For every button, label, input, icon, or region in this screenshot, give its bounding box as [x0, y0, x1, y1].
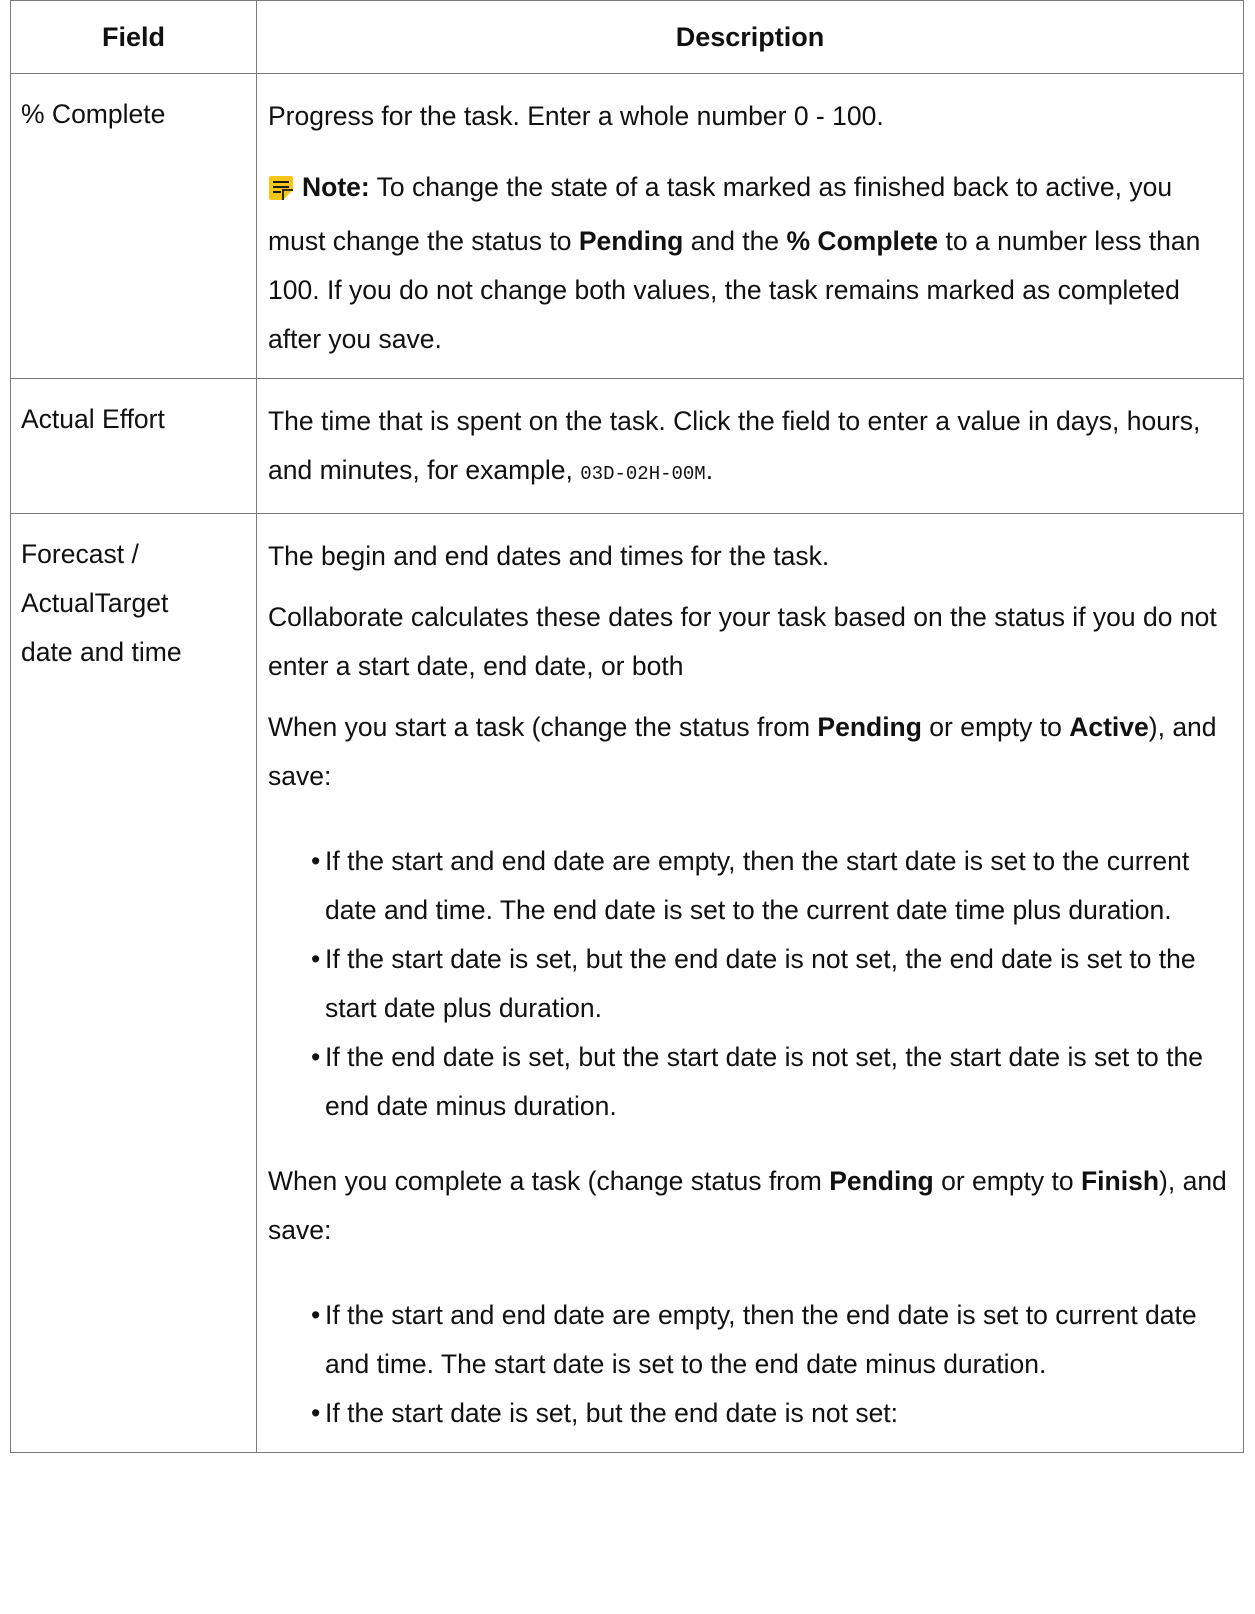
list-item-text: If the end date is set, but the start da… [325, 1042, 1203, 1121]
field-description-table: Field Description % Complete Progress fo… [10, 0, 1244, 1453]
forecast-calc-note: Collaborate calculates these dates for y… [268, 602, 1217, 681]
field-label: % Complete [21, 99, 166, 129]
header-field: Field [10, 0, 257, 74]
note-label: Note: [302, 172, 370, 202]
header-description: Description [256, 0, 1244, 74]
field-name-effort: Actual Effort [10, 378, 257, 514]
list-item: • If the start and end date are empty, th… [311, 837, 1231, 935]
start-rules-list: • If the start and end date are empty, th… [268, 825, 1231, 1131]
note-block: Note: To change the state of a task mark… [268, 163, 1231, 364]
start-text-2: or empty to [921, 712, 1070, 742]
complete-task-intro: When you complete a task (change status … [268, 1157, 1231, 1255]
bullet: • [311, 1042, 321, 1072]
start-text-1: When you start a task (change the status… [268, 712, 818, 742]
table-row-effort: Actual Effort The time that is spent on … [10, 378, 1244, 514]
description-text: Progress for the task. Enter a whole num… [268, 101, 884, 131]
effort-code-example: 03D-02H-00M [580, 463, 706, 485]
list-item: • If the start and end date are empty, th… [311, 1291, 1231, 1389]
complete-bold-finish: Finish [1081, 1166, 1160, 1196]
description-effort: The time that is spent on the task. Clic… [256, 378, 1244, 514]
table-row-complete: % Complete Progress for the task. Enter … [10, 73, 1244, 379]
field-label-line: Forecast / [21, 539, 139, 569]
field-label-line: ActualTarget [21, 588, 169, 618]
list-item: • If the start date is set, but the end d… [311, 1389, 1231, 1438]
note-bold-pending: Pending [578, 226, 684, 256]
list-item: • If the end date is set, but the start d… [311, 1033, 1231, 1131]
start-bold-active: Active [1069, 712, 1149, 742]
field-label-line: date and time [21, 637, 182, 667]
forecast-intro: The begin and end dates and times for th… [268, 541, 830, 571]
table-header-row: Field Description [10, 0, 1244, 74]
table-row-forecast: Forecast / ActualTarget date and time Th… [10, 513, 1244, 1453]
description-text: The time that is spent on the task. Clic… [268, 397, 1231, 499]
field-label: Actual Effort [21, 404, 165, 434]
note-bold-complete: % Complete [786, 226, 939, 256]
complete-bold-pending: Pending [829, 1166, 934, 1196]
list-item-text: If the start and end date are empty, the… [325, 1300, 1197, 1379]
description-forecast: The begin and end dates and times for th… [256, 513, 1244, 1453]
list-item-text: If the start date is set, but the end da… [325, 1398, 899, 1428]
effort-desc: The time that is spent on the task. Clic… [268, 406, 1201, 485]
field-name-complete: % Complete [10, 73, 257, 379]
note-icon [268, 168, 294, 217]
bullet: • [311, 1398, 321, 1428]
description-complete: Progress for the task. Enter a whole num… [256, 73, 1244, 379]
field-name-forecast: Forecast / ActualTarget date and time [10, 513, 257, 1453]
bullet: • [311, 1300, 321, 1330]
effort-desc-end: . [705, 455, 714, 485]
list-item-text: If the start and end date are empty, the… [325, 846, 1190, 925]
list-item: • If the start date is set, but the end d… [311, 935, 1231, 1033]
start-bold-pending: Pending [817, 712, 922, 742]
list-item-text: If the start date is set, but the end da… [325, 944, 1196, 1023]
complete-text-2: or empty to [933, 1166, 1081, 1196]
note-text-2: and the [683, 226, 787, 256]
bullet: • [311, 846, 321, 876]
bullet: • [311, 944, 321, 974]
complete-text-1: When you complete a task (change status … [268, 1166, 830, 1196]
complete-rules-list: • If the start and end date are empty, th… [268, 1279, 1231, 1438]
start-task-intro: When you start a task (change the status… [268, 703, 1231, 801]
